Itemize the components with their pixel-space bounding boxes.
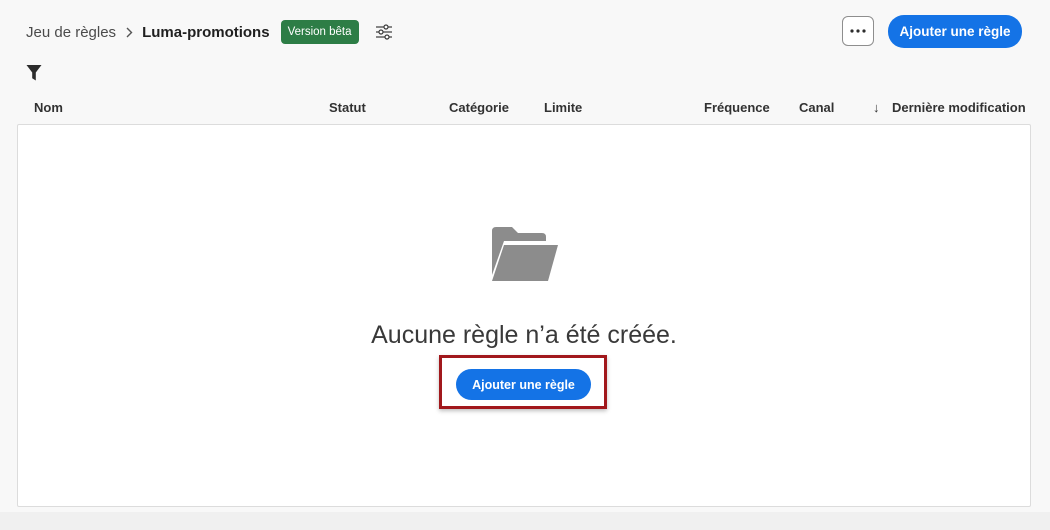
column-header-channel[interactable]: Canal [799,100,834,115]
chevron-right-icon [125,27,133,38]
folder-icon [492,227,558,281]
column-header-category[interactable]: Catégorie [449,100,509,115]
empty-state-message: Aucune règle n’a été créée. [371,321,677,349]
column-header-frequency[interactable]: Fréquence [704,100,770,115]
more-actions-button[interactable] [842,16,874,46]
add-rule-empty-state-button[interactable]: Ajouter une règle [456,369,591,400]
breadcrumb-parent-link[interactable]: Jeu de règles [26,24,116,41]
bottom-strip [0,512,1050,530]
column-header-limit[interactable]: Limite [544,100,582,115]
breadcrumb-current: Luma-promotions [142,23,270,41]
highlight-annotation: Ajouter une règle [439,355,607,409]
filter-icon[interactable] [26,64,42,82]
column-header-name[interactable]: Nom [34,100,63,115]
beta-badge: Version bêta [280,20,359,44]
table-header: Nom Statut Catégorie Limite Fréquence Ca… [18,91,1030,124]
sort-descending-icon[interactable]: ↓ [873,100,880,115]
breadcrumb: Jeu de règles Luma-promotions Version bê… [26,20,394,44]
column-header-last-modified[interactable]: Dernière modification [892,100,1026,115]
add-rule-button[interactable]: Ajouter une règle [888,15,1022,48]
top-bar: Jeu de règles Luma-promotions Version bê… [0,0,1050,62]
ellipsis-icon [850,29,866,33]
column-header-status[interactable]: Statut [329,100,366,115]
sliders-settings-icon[interactable] [374,22,394,42]
table-body-empty-state: Aucune règle n’a été créée. Ajouter une … [17,124,1031,507]
